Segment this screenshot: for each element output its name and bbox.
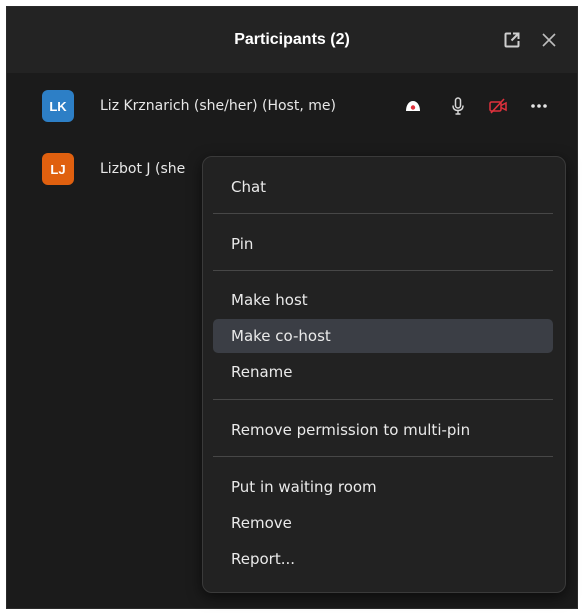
microphone-icon[interactable]	[448, 96, 468, 116]
menu-item-make-host[interactable]: Make host	[213, 283, 553, 317]
participant-name: Liz Krznarich (she/her) (Host, me)	[100, 98, 336, 114]
menu-item-rename[interactable]: Rename	[213, 355, 553, 389]
menu-item-remove[interactable]: Remove	[213, 506, 553, 540]
participant-context-menu: Chat Pin Make host Make co-host Rename R…	[202, 156, 566, 593]
participants-panel: Participants (2) LK Liz Krznarich (she/h…	[6, 6, 578, 609]
close-icon[interactable]	[538, 29, 560, 51]
avatar: LJ	[42, 153, 74, 185]
menu-item-chat[interactable]: Chat	[213, 170, 553, 204]
panel-header: Participants (2)	[7, 7, 577, 73]
avatar: LK	[42, 90, 74, 122]
menu-divider	[213, 270, 553, 271]
more-icon[interactable]	[529, 96, 549, 116]
host-icon	[403, 96, 423, 116]
menu-item-pin[interactable]: Pin	[213, 227, 553, 261]
participant-name: Lizbot J (she	[100, 161, 186, 177]
participant-row-host[interactable]: LK Liz Krznarich (she/her) (Host, me)	[7, 84, 577, 128]
panel-title: Participants (2)	[234, 31, 350, 48]
menu-divider	[213, 399, 553, 400]
popout-icon[interactable]	[501, 29, 523, 51]
menu-item-waiting-room[interactable]: Put in waiting room	[213, 470, 553, 504]
menu-divider	[213, 456, 553, 457]
menu-item-make-cohost[interactable]: Make co-host	[213, 319, 553, 353]
menu-divider	[213, 213, 553, 214]
video-off-icon[interactable]	[488, 96, 508, 116]
menu-item-remove-multipin[interactable]: Remove permission to multi-pin	[213, 413, 553, 447]
menu-item-report[interactable]: Report...	[213, 542, 553, 576]
